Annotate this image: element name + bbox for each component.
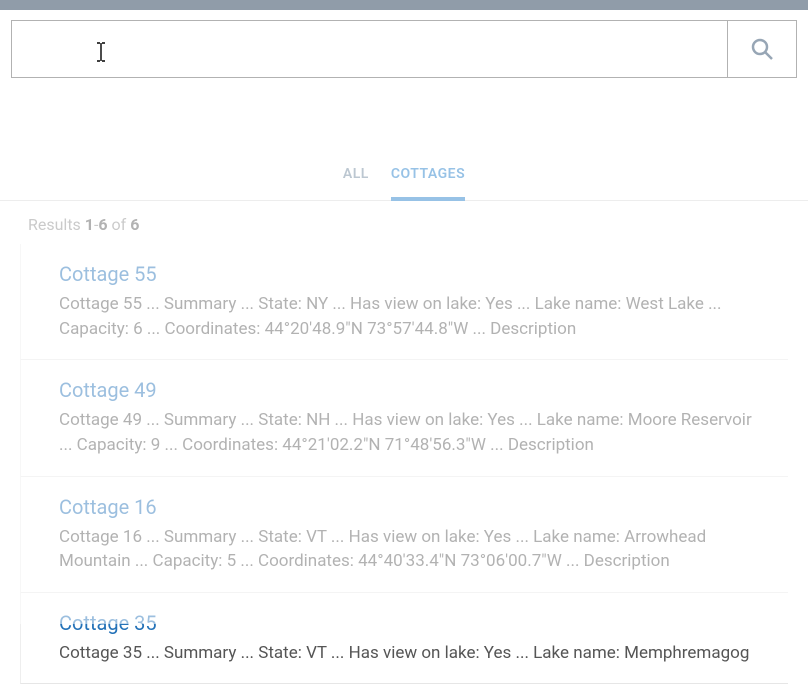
tab-all[interactable]: ALL xyxy=(343,156,369,200)
results-total: 6 xyxy=(130,215,139,234)
results-prefix: Results xyxy=(28,215,85,234)
results-from: 1 xyxy=(85,215,94,234)
top-strip xyxy=(0,0,808,10)
results-of: of xyxy=(108,215,131,234)
tabs-row: ALL COTTAGES xyxy=(0,156,808,201)
result-list: Cottage 55 Cottage 55 ... Summary ... St… xyxy=(0,244,808,684)
result-item: Cottage 35 Cottage 35 ... Summary ... St… xyxy=(20,593,788,684)
result-item: Cottage 55 Cottage 55 ... Summary ... St… xyxy=(20,244,788,360)
result-snippet: Cottage 16 ... Summary ... State: VT ...… xyxy=(59,525,768,574)
tab-cottages[interactable]: COTTAGES xyxy=(391,156,465,200)
search-button[interactable] xyxy=(727,20,797,78)
magnifier-icon xyxy=(750,37,774,61)
search-row xyxy=(0,10,808,78)
result-title-link[interactable]: Cottage 35 xyxy=(59,611,768,635)
results-count: Results 1-6 of 6 xyxy=(0,201,808,244)
result-snippet: Cottage 49 ... Summary ... State: NH ...… xyxy=(59,408,768,457)
result-snippet: Cottage 35 ... Summary ... State: VT ...… xyxy=(59,641,768,666)
result-snippet: Cottage 55 ... Summary ... State: NY ...… xyxy=(59,292,768,341)
result-item: Cottage 16 Cottage 16 ... Summary ... St… xyxy=(20,477,788,593)
results-to: 6 xyxy=(98,215,107,234)
search-input[interactable] xyxy=(11,20,727,78)
result-title-link[interactable]: Cottage 16 xyxy=(59,495,768,519)
result-title-link[interactable]: Cottage 49 xyxy=(59,378,768,402)
result-item: Cottage 49 Cottage 49 ... Summary ... St… xyxy=(20,360,788,476)
result-title-link[interactable]: Cottage 55 xyxy=(59,262,768,286)
